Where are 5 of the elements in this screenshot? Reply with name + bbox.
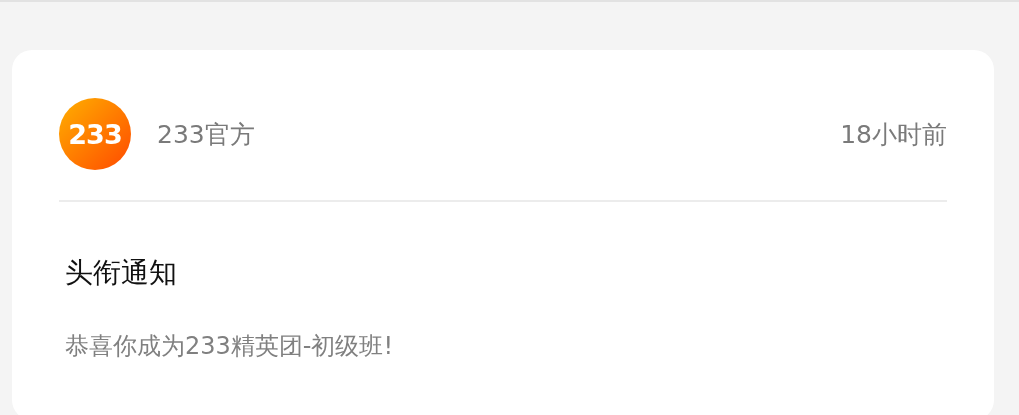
message-body: 恭喜你成为233精英团-初级班! <box>65 331 395 362</box>
message-title: 头衔通知 <box>65 255 178 291</box>
sender-name: 233官方 <box>157 118 255 151</box>
timestamp: 18小时前 <box>840 118 947 151</box>
avatar-logo: 233 <box>59 98 131 170</box>
